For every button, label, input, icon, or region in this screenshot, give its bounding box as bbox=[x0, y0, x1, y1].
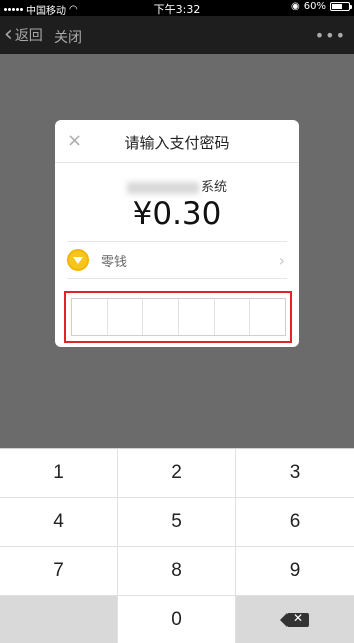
more-dots-icon[interactable]: ••• bbox=[315, 26, 346, 45]
status-bar: 中国移动 ◠ 下午3:32 ◉ 60% bbox=[0, 0, 354, 17]
keypad-delete-button[interactable]: ✕ bbox=[236, 596, 354, 643]
redacted-merchant bbox=[126, 181, 199, 194]
merchant-suffix: 系统 bbox=[200, 180, 227, 195]
divider bbox=[55, 162, 299, 163]
battery-percent: 60% bbox=[303, 1, 326, 12]
nav-bar: ‹ 返回 关闭 ••• bbox=[0, 16, 354, 54]
password-digit-cell[interactable] bbox=[214, 299, 251, 335]
password-input[interactable] bbox=[71, 298, 286, 336]
keypad-key-8[interactable]: 8 bbox=[118, 547, 236, 596]
keypad-key-2[interactable]: 2 bbox=[118, 449, 236, 498]
password-digit-cell[interactable] bbox=[143, 299, 180, 335]
payment-method-row[interactable]: 零钱 › bbox=[67, 241, 287, 279]
merchant-name: 系统 bbox=[55, 176, 299, 195]
keypad-key-1[interactable]: 1 bbox=[0, 449, 118, 498]
keypad-key-4[interactable]: 4 bbox=[0, 498, 118, 547]
coin-icon bbox=[67, 249, 89, 271]
password-digit-cell[interactable] bbox=[107, 299, 144, 335]
dialog-title: 请输入支付密码 bbox=[124, 134, 230, 152]
chevron-left-icon: ‹ bbox=[4, 22, 13, 47]
password-digit-cell[interactable] bbox=[179, 299, 215, 335]
keypad-key-0[interactable]: 0 bbox=[118, 596, 236, 643]
back-button[interactable]: ‹ 返回 bbox=[4, 22, 43, 47]
orientation-lock-icon: ◉ bbox=[291, 1, 300, 12]
keypad-key-9[interactable]: 9 bbox=[236, 547, 354, 596]
password-digit-cell[interactable] bbox=[72, 299, 108, 335]
keypad-key-3[interactable]: 3 bbox=[236, 449, 354, 498]
payment-amount: ¥0.30 bbox=[132, 196, 222, 232]
keypad-blank bbox=[0, 596, 118, 643]
password-digit-cell[interactable] bbox=[250, 299, 286, 335]
backspace-icon: ✕ bbox=[280, 610, 309, 627]
keypad-key-6[interactable]: 6 bbox=[236, 498, 354, 547]
close-page-button[interactable]: 关闭 bbox=[54, 27, 82, 47]
chevron-right-icon: › bbox=[278, 251, 285, 270]
keypad-key-5[interactable]: 5 bbox=[118, 498, 236, 547]
password-highlight bbox=[64, 291, 292, 343]
payment-method-label: 零钱 bbox=[101, 254, 128, 270]
status-right: ◉ 60% bbox=[291, 1, 352, 12]
numeric-keypad: 1 2 3 4 5 6 7 8 9 0 ✕ bbox=[0, 448, 354, 643]
back-label: 返回 bbox=[14, 28, 43, 44]
keypad-key-7[interactable]: 7 bbox=[0, 547, 118, 596]
backspace-glyph: ✕ bbox=[293, 610, 304, 625]
battery-icon bbox=[330, 2, 352, 11]
payment-dialog: × 请输入支付密码 系统 ¥0.30 零钱 › bbox=[55, 120, 299, 347]
